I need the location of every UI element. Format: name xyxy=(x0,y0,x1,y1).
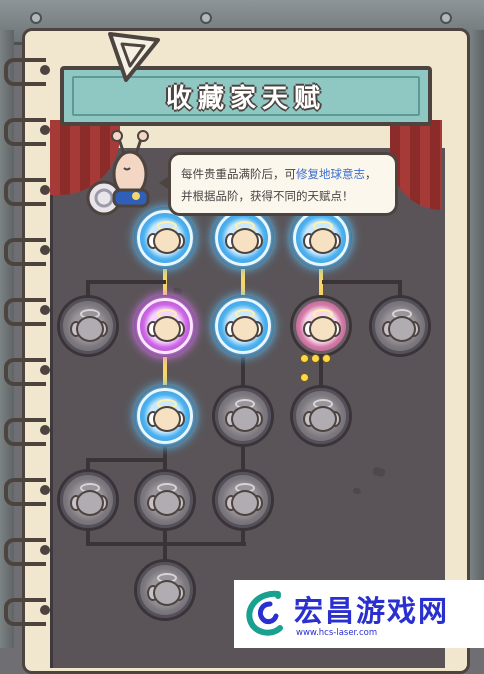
angel-icon xyxy=(70,309,108,343)
talent-node-locked[interactable] xyxy=(60,298,116,354)
angel-icon xyxy=(303,399,341,433)
site-watermark: 宏昌游戏网 www.hcs-laser.com xyxy=(234,580,484,648)
angel-icon xyxy=(225,221,263,255)
talent-node-locked[interactable] xyxy=(215,388,271,444)
talent-node[interactable] xyxy=(215,210,271,266)
info-tooltip: 每件贵重品满阶后，可修复地球意志， 并根据品阶，获得不同的天赋点！ xyxy=(159,152,398,216)
talent-node-locked[interactable] xyxy=(137,562,193,618)
talent-node[interactable] xyxy=(215,298,271,354)
talent-node-locked[interactable] xyxy=(372,298,428,354)
angel-icon xyxy=(225,399,263,433)
angel-icon xyxy=(147,309,185,343)
triangle-icon[interactable] xyxy=(104,26,164,86)
angel-icon xyxy=(225,309,263,343)
angel-icon xyxy=(382,309,420,343)
talent-node-locked[interactable] xyxy=(215,472,271,528)
angel-icon xyxy=(147,399,185,433)
talent-node-locked[interactable] xyxy=(137,472,193,528)
tooltip-highlight: 修复地球意志 xyxy=(296,167,365,181)
progress-dots xyxy=(300,348,340,382)
dragon-logo-icon xyxy=(246,590,283,636)
tooltip-line-1: 每件贵重品满阶后，可修复地球意志， xyxy=(181,167,377,181)
snail-icon xyxy=(86,130,150,216)
angel-icon xyxy=(147,483,185,517)
watermark-title: 宏昌游戏网 xyxy=(294,594,450,628)
tooltip-line-2: 并根据品阶，获得不同的天赋点！ xyxy=(181,189,354,203)
angel-icon xyxy=(225,483,263,517)
talent-node[interactable] xyxy=(293,298,349,354)
metal-frame-right xyxy=(470,30,484,648)
talent-node[interactable] xyxy=(137,388,193,444)
talent-node[interactable] xyxy=(137,298,193,354)
watermark-url: www.hcs-laser.com xyxy=(296,628,378,638)
angel-icon xyxy=(147,221,185,255)
page-title: 收藏家天赋 xyxy=(165,83,326,114)
angel-icon xyxy=(70,483,108,517)
angel-icon xyxy=(303,309,341,343)
talent-node[interactable] xyxy=(293,210,349,266)
angel-icon xyxy=(147,573,185,607)
angel-icon xyxy=(303,221,341,255)
talent-node-locked[interactable] xyxy=(293,388,349,444)
talent-node-locked[interactable] xyxy=(60,472,116,528)
